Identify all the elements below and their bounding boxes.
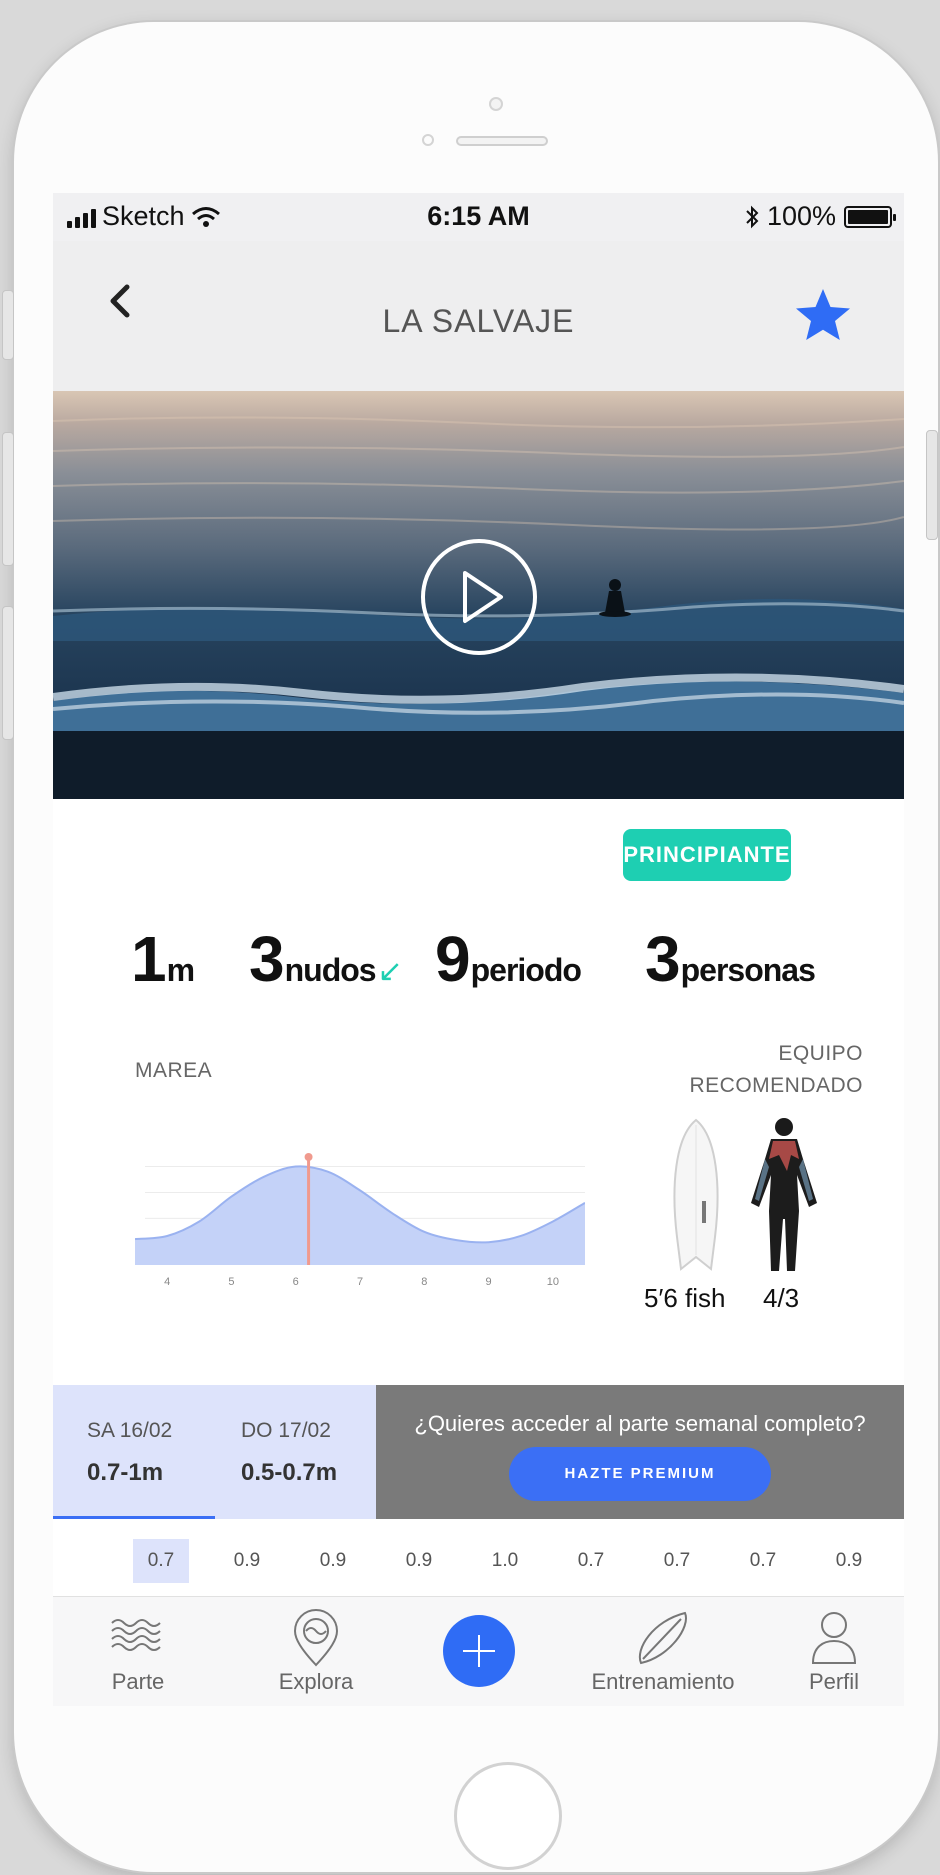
tide-tick-label: 8 [421, 1276, 427, 1288]
volume-up-button [2, 432, 14, 566]
page-title: LA SALVAJE [382, 303, 575, 339]
favorite-button[interactable] [793, 285, 853, 345]
battery-icon [844, 205, 896, 228]
camera-lens [489, 97, 503, 111]
bluetooth-icon [746, 205, 759, 228]
period-unit: periodo [470, 952, 582, 988]
board-label: 5′6 fish [644, 1283, 726, 1313]
earpiece-speaker [456, 136, 548, 146]
add-button[interactable] [443, 1615, 515, 1687]
period-value: 9 [435, 923, 471, 995]
tab-entrenamiento[interactable]: Entrenamiento [573, 1597, 753, 1706]
tab-label: Perfil [808, 1669, 860, 1694]
wind-direction-icon: ↙ [377, 955, 403, 988]
play-icon [463, 571, 503, 623]
hour-cell[interactable]: 0.9 [305, 1539, 361, 1583]
forecast-day-value: 0.5-0.7m [241, 1459, 338, 1486]
premium-banner: ¿Quieres acceder al parte semanal comple… [376, 1385, 904, 1519]
tide-tick-label: 7 [357, 1276, 363, 1288]
power-button [926, 430, 938, 540]
wind-unit: nudos [284, 952, 377, 988]
forecast-day-tab-1[interactable]: SA 16/02 0.7-1m [53, 1385, 215, 1519]
mute-switch [2, 290, 14, 360]
tab-parte[interactable]: Parte [83, 1597, 193, 1706]
star-icon [796, 289, 850, 340]
current-time-dot [304, 1153, 313, 1161]
period-metric: 9periodo [435, 919, 582, 999]
crowd-unit: personas [680, 952, 816, 988]
forecast-day-tab-2[interactable]: DO 17/02 0.5-0.7m [215, 1385, 377, 1519]
tide-tick-label: 4 [164, 1276, 170, 1288]
map-pin-icon [293, 1609, 339, 1667]
tide-tick-label: 9 [486, 1276, 492, 1288]
forecast-strip: SA 16/02 0.7-1m DO 17/02 0.5-0.7m ¿Quier… [53, 1385, 904, 1519]
spot-video[interactable] [53, 391, 904, 799]
surf-metrics: 1m 3nudos↙ 9periodo 3personas [53, 919, 904, 999]
battery-percent: 100% [766, 201, 836, 231]
forecast-day-value: 0.7-1m [87, 1459, 164, 1486]
volume-down-button [2, 606, 14, 740]
navigation-bar: LA SALVAJE [53, 241, 904, 391]
app-screen: Sketch 6:15 AM 100% LA SALVAJE PRINCIPIA… [53, 193, 904, 1706]
equipment-label: EQUIPO RECOMENDADO [613, 1038, 863, 1102]
tide-tick-label: 10 [547, 1276, 559, 1288]
equipment-label-line1: EQUIPO [778, 1042, 863, 1065]
wave-height-value: 1 [131, 923, 167, 995]
wind-metric: 3nudos↙ [249, 919, 403, 999]
play-button[interactable] [421, 539, 537, 655]
tab-label: Explora [278, 1669, 354, 1694]
tab-bar: Parte Explora Entrenamiento Perfil [53, 1596, 904, 1706]
tab-perfil[interactable]: Perfil [779, 1597, 889, 1706]
tab-label: Entrenamiento [591, 1669, 735, 1694]
battery-group: 100% [745, 201, 896, 232]
tide-area [135, 1166, 585, 1265]
proximity-sensor [422, 134, 434, 146]
surfboard-image [673, 1118, 719, 1271]
tide-chart: 4 5 6 7 8 9 10 [135, 1153, 585, 1288]
waves-icon [111, 1619, 161, 1651]
tide-label: MAREA [135, 1059, 213, 1082]
tide-tick-label: 5 [228, 1276, 234, 1288]
status-bar: Sketch 6:15 AM 100% [53, 193, 904, 241]
tab-explora[interactable]: Explora [251, 1597, 381, 1706]
crowd-value: 3 [645, 923, 681, 995]
hour-cell[interactable]: 0.7 [133, 1539, 189, 1583]
premium-button[interactable]: HAZTE PREMIUM [509, 1447, 771, 1501]
surfboard-icon [638, 1611, 687, 1665]
forecast-day-name: SA 16/02 [87, 1419, 173, 1442]
hour-cell[interactable]: 0.7 [563, 1539, 619, 1583]
forecast-day-name: DO 17/02 [241, 1419, 331, 1442]
wave-height-metric: 1m [131, 919, 195, 999]
crowd-metric: 3personas [645, 919, 816, 999]
home-button[interactable] [454, 1762, 562, 1870]
wetsuit-label: 4/3 [763, 1283, 800, 1313]
premium-text: ¿Quieres acceder al parte semanal comple… [414, 1411, 866, 1436]
hour-cell[interactable]: 0.9 [391, 1539, 447, 1583]
equipment-label-line2: RECOMENDADO [689, 1074, 863, 1097]
hour-cell[interactable]: 0.7 [649, 1539, 705, 1583]
user-icon [811, 1612, 857, 1664]
wind-value: 3 [249, 923, 285, 995]
tab-label: Parte [111, 1669, 165, 1694]
hour-cell[interactable]: 0.7 [735, 1539, 791, 1583]
hour-cell[interactable]: 0.9 [219, 1539, 275, 1583]
hourly-forecast: 0.7 0.9 0.9 0.9 1.0 0.7 0.7 0.7 0.9 [53, 1519, 904, 1589]
level-badge: PRINCIPIANTE [623, 829, 791, 881]
wave-height-unit: m [166, 952, 195, 988]
tide-tick-label: 6 [293, 1276, 299, 1288]
hour-cell[interactable]: 1.0 [477, 1539, 533, 1583]
hour-cell[interactable]: 0.9 [821, 1539, 877, 1583]
wetsuit-image [751, 1118, 817, 1271]
